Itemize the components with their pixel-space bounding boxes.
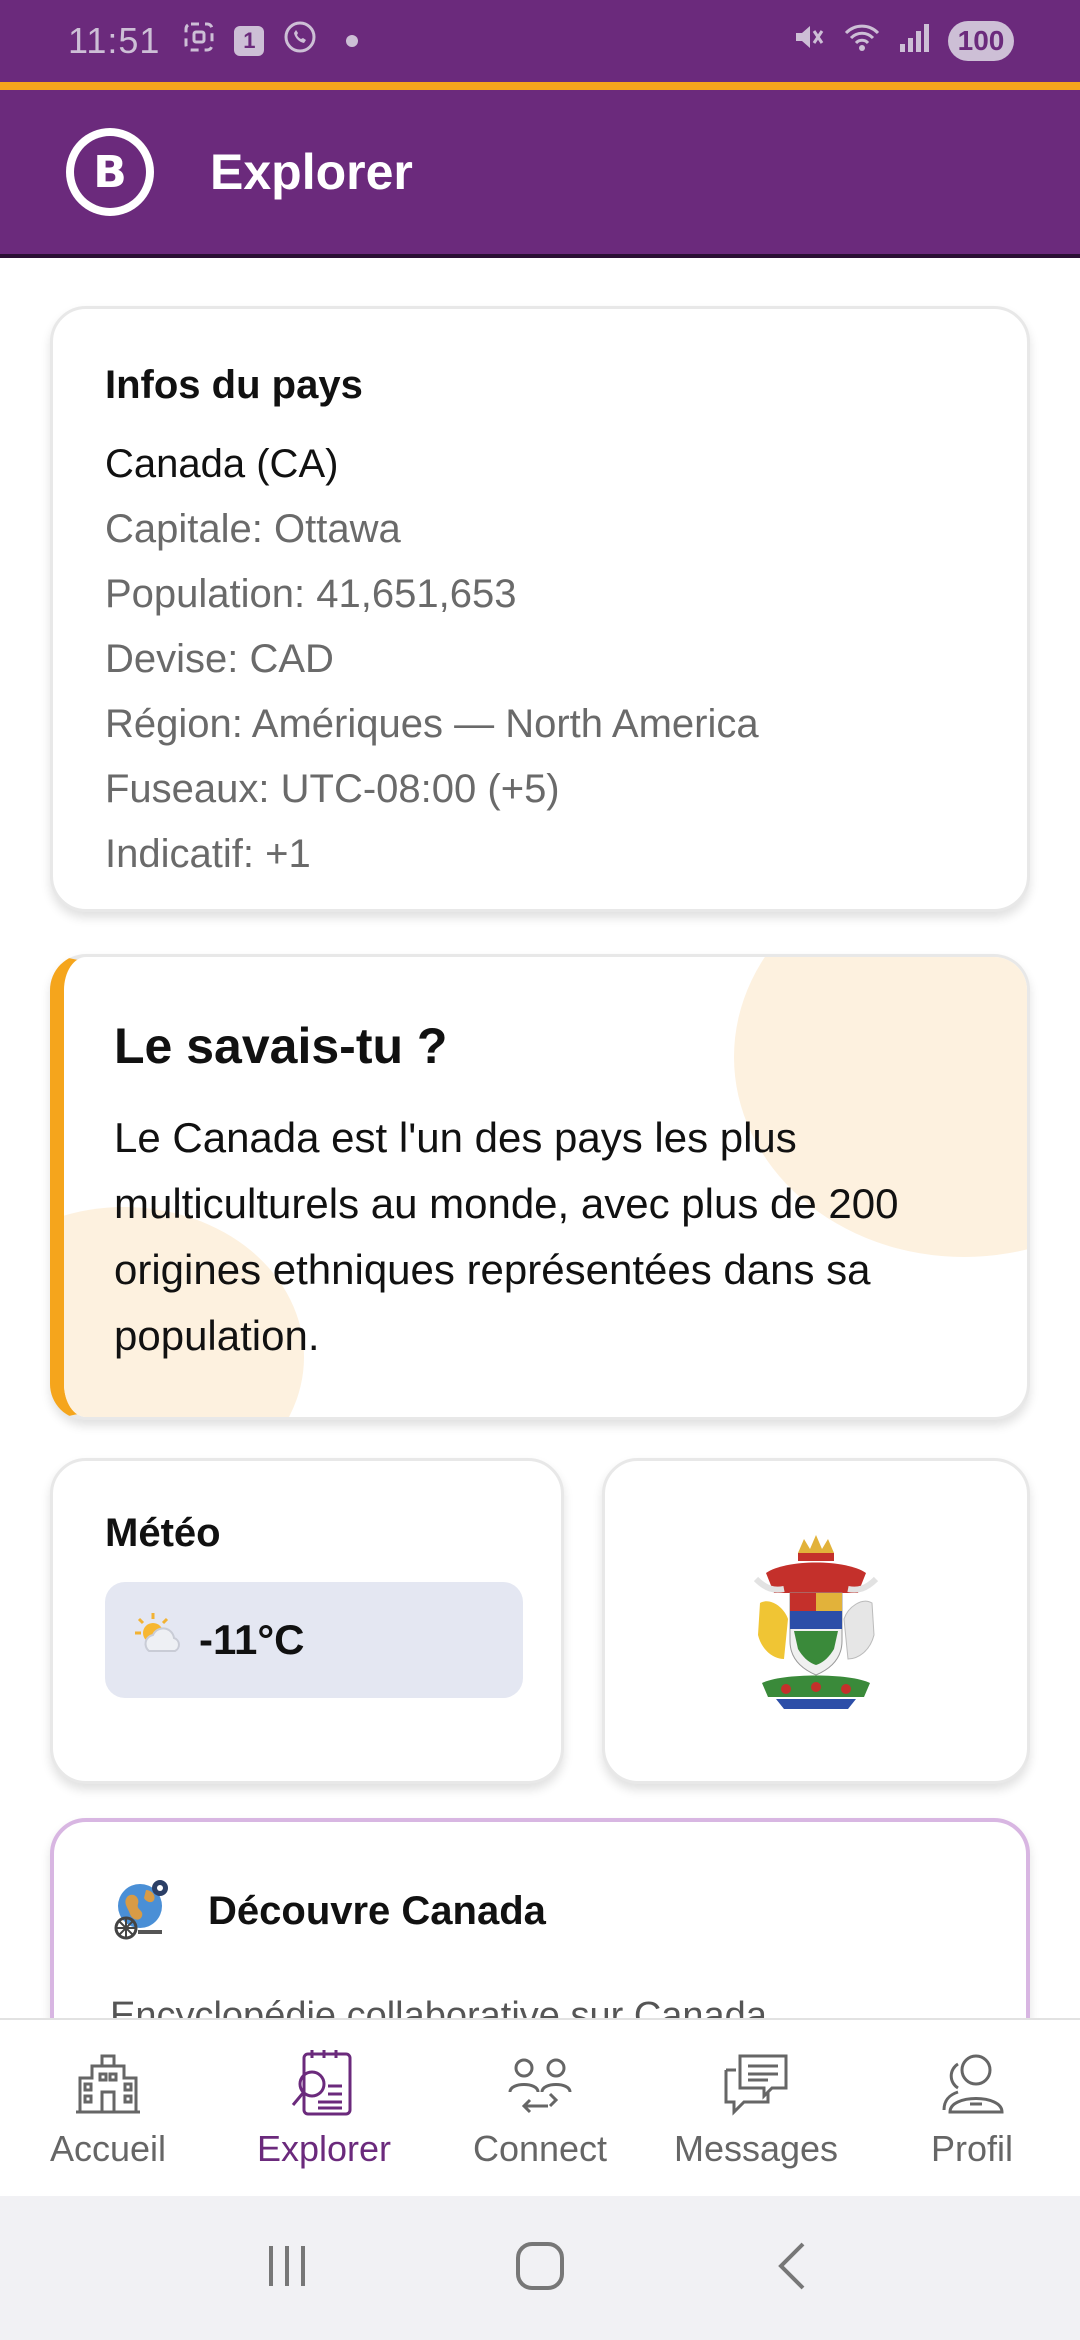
screenshot-icon [182,20,216,62]
fun-fact-text: Le Canada est l'un des pays les plus mul… [114,1114,899,1359]
discover-card[interactable]: Découvre Canada Encyclopédie collaborati… [50,1818,1030,2018]
nav-item-accueil[interactable]: Accueil [0,2020,216,2196]
capital-line: Capitale: Ottawa [105,507,401,551]
status-time: 11:51 [68,20,161,61]
back-button[interactable] [763,2236,823,2301]
scroll-content[interactable]: Infos du pays Canada (CA) Capitale: Otta… [0,262,1080,2018]
connect-icon [508,2058,572,2114]
country-info-heading: Infos du pays [105,363,363,407]
explore-icon [291,2050,352,2116]
nav-label-messages: Messages [673,2128,839,2169]
discover-subtitle: Encyclopédie collaborative sur Canada [110,1995,767,2018]
discover-title: Découvre Canada [208,1889,546,1933]
status-notification-icons: 1 [182,19,359,63]
weather-heading: Météo [105,1511,221,1555]
app-bar: B Explorer [0,90,1080,258]
region-line: Région: Amériques — North America [105,702,759,746]
globe-icon [110,1874,180,1949]
system-navigation-bar [0,2196,1080,2340]
dialing-code-line: Indicatif: +1 [105,832,311,876]
mute-icon [790,19,826,64]
country-info-card: Infos du pays Canada (CA) Capitale: Otta… [50,306,1030,912]
coat-of-arms-icon [753,1535,879,1709]
signal-icon [898,20,932,63]
profile-icon [942,2054,1004,2114]
discover-header: Découvre Canada [110,1874,1026,1949]
nav-label-explorer: Explorer [256,2128,392,2169]
whatsapp-icon [282,19,318,63]
nav-item-messages[interactable]: Messages [648,2020,864,2196]
wifi-icon [842,19,882,64]
recent-apps-button[interactable] [257,2236,317,2301]
bottom-navigation: Accueil Explorer Connect Messages Profil [0,2018,1080,2196]
logo-letter: B [74,136,146,208]
nav-label-accueil: Accueil [49,2128,167,2169]
page-title: Explorer [210,144,413,200]
nav-item-connect[interactable]: Connect [432,2020,648,2196]
nav-label-connect: Connect [472,2128,608,2169]
currency-line: Devise: CAD [105,637,334,681]
timezone-line: Fuseaux: UTC-08:00 (+5) [105,767,560,811]
building-icon [76,2054,140,2114]
population-line: Population: 41,651,653 [105,572,517,616]
partly-sunny-icon [133,1611,185,1670]
home-button[interactable] [510,2236,570,2301]
weather-pill: -11°C [105,1582,523,1698]
fun-fact-card: Le savais-tu ? Le Canada est l'un des pa… [50,954,1030,1420]
nav-item-profil[interactable]: Profil [864,2020,1080,2196]
nav-label-profil: Profil [930,2128,1014,2169]
chat-icon [724,2054,788,2116]
temperature-value: -11°C [199,1616,305,1663]
fun-fact-title: Le savais-tu ? [114,1018,448,1074]
more-notifications-dot [346,35,359,47]
battery-indicator: 100 [948,21,1014,61]
calendar-badge-icon: 1 [234,26,265,56]
app-logo[interactable]: B [66,128,154,216]
status-system-icons: 100 [790,19,1014,64]
accent-divider [0,82,1080,90]
coat-of-arms-card[interactable] [602,1458,1030,1784]
country-name: Canada (CA) [105,442,339,486]
nav-item-explorer[interactable]: Explorer [216,2020,432,2196]
status-bar: 11:51 1 100 [0,0,1080,82]
weather-card[interactable]: Météo -11°C [50,1458,564,1784]
